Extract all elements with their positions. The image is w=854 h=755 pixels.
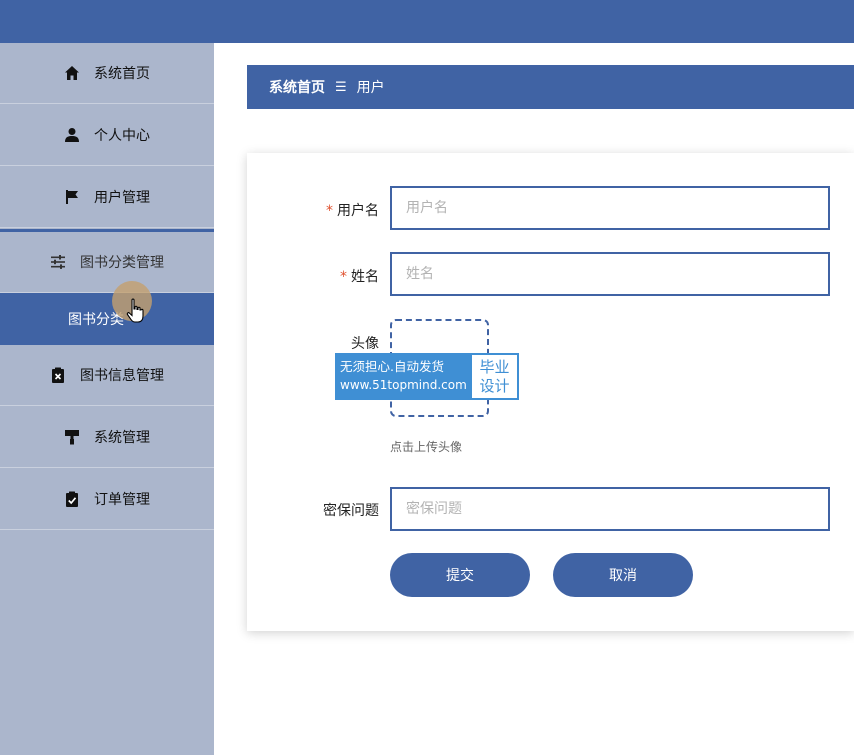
watermark-badge: 毕业 设计	[470, 353, 519, 400]
hand-cursor-icon	[126, 298, 144, 323]
sidebar-item-label: 图书信息管理	[80, 368, 164, 384]
security-question-label: 密保问题	[323, 503, 379, 519]
sidebar-item-label: 订单管理	[94, 492, 150, 508]
security-question-input[interactable]	[390, 487, 830, 531]
breadcrumb: 系统首页 ☰ 用户	[247, 65, 854, 109]
breadcrumb-separator-icon: ☰	[335, 79, 347, 95]
sidebar-item-book-category-management[interactable]: 图书分类管理	[0, 229, 214, 293]
name-input[interactable]	[390, 252, 830, 296]
username-label: * 用户名	[326, 203, 379, 219]
home-icon	[64, 65, 80, 81]
sidebar-item-label: 个人中心	[94, 128, 150, 144]
submit-button[interactable]: 提交	[390, 553, 530, 597]
sidebar-item-label: 图书分类管理	[80, 255, 164, 271]
sidebar-subitem-book-category[interactable]: 图书分类	[0, 293, 214, 345]
flag-icon	[64, 189, 80, 205]
breadcrumb-home-link[interactable]: 系统首页	[269, 77, 325, 97]
name-label: * 姓名	[340, 269, 379, 285]
sidebar-item-system-management[interactable]: 系统管理	[0, 407, 214, 468]
sidebar-item-users[interactable]: 用户管理	[0, 167, 214, 228]
sidebar-item-home[interactable]: 系统首页	[0, 43, 214, 104]
required-asterisk: *	[326, 203, 333, 219]
top-header-bar	[0, 0, 854, 43]
clipboard-check-icon	[64, 491, 80, 507]
watermark-text: 无须担心.自动发货 www.51topmind.com	[335, 353, 470, 400]
sidebar-item-label: 用户管理	[94, 190, 150, 206]
cancel-button[interactable]: 取消	[553, 553, 693, 597]
clipboard-x-icon	[50, 367, 66, 383]
sidebar-item-label: 系统首页	[94, 66, 150, 82]
sidebar-item-label: 系统管理	[94, 430, 150, 446]
paint-roller-icon	[64, 429, 80, 445]
sliders-icon	[50, 254, 66, 270]
sidebar-item-book-info-management[interactable]: 图书信息管理	[0, 345, 214, 406]
breadcrumb-current: 用户	[356, 80, 385, 96]
avatar-label: 头像	[351, 336, 379, 352]
required-asterisk: *	[340, 269, 347, 285]
sidebar-item-order-management[interactable]: 订单管理	[0, 469, 214, 530]
watermark: 无须担心.自动发货 www.51topmind.com 毕业 设计	[335, 353, 519, 400]
avatar-upload-tip: 点击上传头像	[390, 440, 463, 454]
sidebar: 系统首页 个人中心 用户管理 图书分类管理 图书分类 图书信息管理 系统管理 订…	[0, 43, 214, 755]
person-icon	[64, 127, 80, 143]
sidebar-item-profile[interactable]: 个人中心	[0, 105, 214, 166]
username-input[interactable]	[390, 186, 830, 230]
